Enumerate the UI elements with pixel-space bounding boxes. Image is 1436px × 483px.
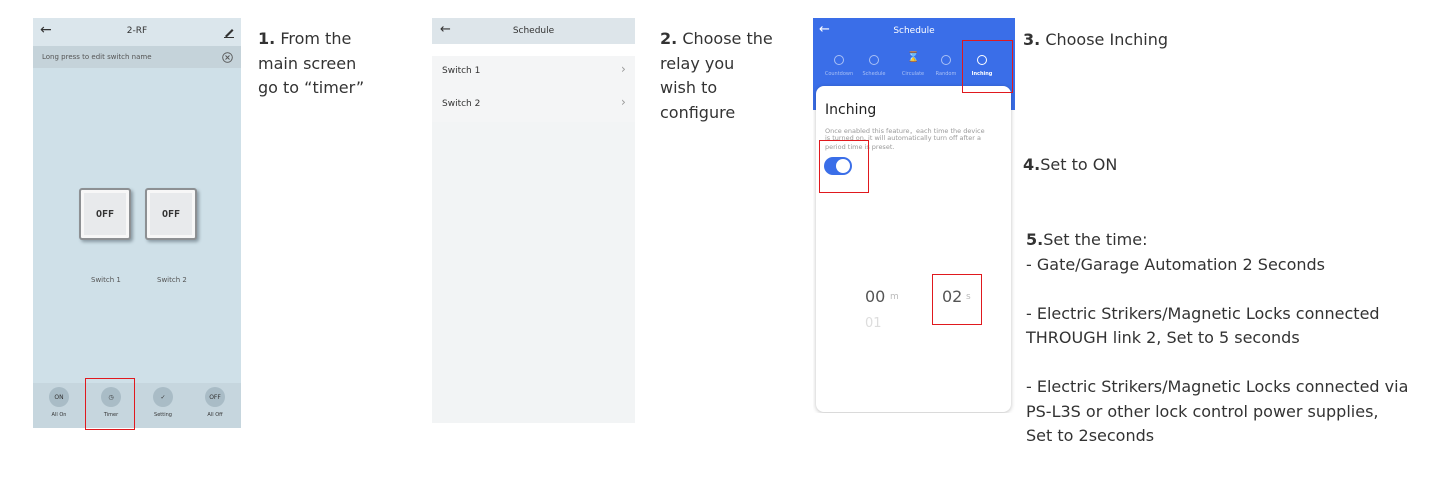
setting-label: Setting [154, 412, 172, 418]
schedule-title: Schedule [512, 26, 555, 36]
relay-item-label: Switch 1 [442, 66, 481, 76]
all-on-button[interactable]: ON [49, 387, 69, 407]
step-2-number: 2. [660, 29, 678, 48]
schedule-title: Schedule [893, 26, 935, 36]
main-screen-phone: ← 2-RF Long press to edit switch name OF… [33, 18, 241, 428]
inching-heading: Inching [825, 102, 877, 118]
countdown-icon[interactable] [834, 55, 844, 65]
all-off-icon: OFF [209, 393, 221, 401]
step-5-gate-note: - Gate/Garage Automation 2 Seconds [1026, 254, 1325, 274]
step-5-psl3s-note-line2: PS-L3S or other lock control power suppl… [1026, 401, 1379, 421]
step-1-text: 1. From the main screen go to “timer” [258, 27, 364, 101]
next-minute-value: 01 [865, 316, 882, 331]
tab-schedule[interactable]: Schedule [856, 71, 892, 77]
relay-item-label: Switch 2 [442, 99, 481, 109]
all-on-icon: ON [54, 393, 64, 401]
hourglass-icon[interactable]: ⌛ [907, 52, 919, 63]
switch-2-label: Switch 2 [157, 276, 187, 284]
tab-countdown[interactable]: Countdown [821, 71, 857, 77]
setting-button[interactable]: ✓ [153, 387, 173, 407]
schedule-relay-phone: ← Schedule Switch 1 › Switch 2 › [432, 18, 635, 423]
chevron-right-icon: › [621, 95, 626, 109]
step-2-line1: Choose the [682, 29, 773, 48]
seconds-highlight [932, 274, 982, 325]
switch-1-label: Switch 1 [91, 276, 121, 284]
step-2-line2: relay you [660, 53, 735, 73]
step-5-psl3s-note-line1: - Electric Strikers/Magnetic Locks conne… [1026, 377, 1409, 396]
step-5-label: Set the time: [1043, 230, 1148, 249]
step-5-psl3s-note-line3: Set to 2seconds [1026, 426, 1155, 445]
pencil-icon[interactable] [223, 26, 235, 38]
device-title: 2-RF [126, 26, 148, 36]
step-2-line3: wish to [660, 78, 718, 97]
step-1-line1: From the [280, 29, 352, 48]
shield-check-icon: ✓ [160, 393, 166, 401]
edit-hint-text: Long press to edit switch name [42, 53, 152, 61]
step-3-text: 3. Choose Inching [1023, 30, 1168, 49]
random-icon[interactable] [941, 55, 951, 65]
chevron-right-icon: › [621, 62, 626, 76]
switch-2-state: OFF [161, 208, 181, 220]
step-3-label: Choose Inching [1045, 30, 1169, 49]
step-4-number: 4. [1023, 155, 1041, 174]
all-off-button[interactable]: OFF [205, 387, 225, 407]
all-off-label: All Off [207, 412, 223, 418]
all-on-label: All On [51, 412, 67, 418]
minutes-unit: m [890, 292, 899, 302]
relay-item-switch-1[interactable]: Switch 1 › [432, 59, 635, 83]
step-5-link2-note-line2: THROUGH link 2, Set to 5 seconds [1026, 328, 1300, 347]
step-4-label: Set to ON [1040, 155, 1118, 174]
step-4-text: 4.Set to ON [1023, 155, 1117, 174]
inching-tab-highlight [962, 40, 1013, 93]
tab-random[interactable]: Random [928, 71, 964, 77]
empty-area [432, 122, 635, 423]
step-1-line2: main screen [258, 53, 357, 73]
step-3-number: 3. [1023, 30, 1041, 49]
step-2-line4: configure [660, 102, 736, 122]
switch-1-state: OFF [95, 208, 115, 220]
step-5-text: 5.Set the time: - Gate/Garage Automation… [1026, 228, 1408, 449]
minutes-value[interactable]: 00 [865, 287, 885, 306]
switch-1-button[interactable]: OFF [79, 188, 131, 240]
timer-highlight [85, 378, 135, 430]
step-2-text: 2. Choose the relay you wish to configur… [660, 27, 773, 125]
schedule-icon[interactable] [869, 55, 879, 65]
step-5-link2-note-line1: - Electric Strikers/Magnetic Locks conne… [1026, 303, 1380, 323]
step-1-line3: go to “timer” [258, 78, 365, 97]
tab-circulate[interactable]: Circulate [895, 71, 931, 77]
toggle-highlight [819, 140, 869, 193]
relay-item-switch-2[interactable]: Switch 2 › [432, 92, 635, 116]
switch-2-button[interactable]: OFF [145, 188, 197, 240]
circle-x-icon[interactable] [222, 52, 233, 63]
step-5-number: 5. [1026, 230, 1044, 249]
step-1-number: 1. [258, 29, 276, 48]
